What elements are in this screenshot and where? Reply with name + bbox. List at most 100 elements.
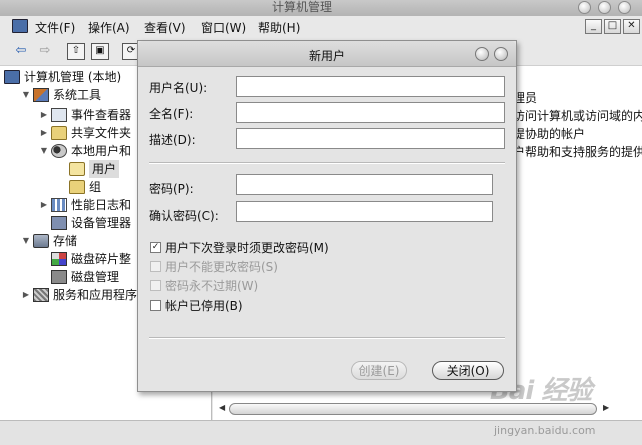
- tree-node-event-viewer[interactable]: ▶ 事件查看器: [40, 106, 131, 124]
- new-user-dialog: 新用户 用户名(U): 全名(F): 描述(D): 密码(P): 确认密码(C)…: [137, 40, 517, 392]
- detail-line: 提协助的帐户: [513, 127, 586, 141]
- dialog-close-circle-icon[interactable]: [494, 47, 508, 61]
- users-icon: [51, 144, 67, 158]
- password-never-expires-checkbox[interactable]: 密码永不过期(W): [150, 277, 258, 294]
- must-change-password-checkbox[interactable]: ✓ 用户下次登录时须更改密码(M): [150, 239, 329, 256]
- dialog-separator: [149, 337, 505, 339]
- baidu-watermark-url: jingyan.baidu.com: [494, 424, 596, 437]
- disk-management-icon: [51, 270, 67, 284]
- folder-icon: [69, 180, 85, 194]
- mdi-minimize-button[interactable]: _: [585, 19, 602, 34]
- create-button[interactable]: 创建(E): [351, 361, 407, 380]
- tree-node-performance-logs[interactable]: ▶ 性能日志和: [40, 196, 131, 214]
- expand-arrow-icon[interactable]: ▶: [40, 106, 48, 124]
- dialog-title: 新用户: [308, 49, 345, 63]
- tree-node-label: 磁盘碎片整: [71, 252, 132, 266]
- mdi-window-buttons: _ □ ✕: [585, 19, 640, 34]
- expand-arrow-icon[interactable]: ▶: [40, 124, 48, 142]
- tree-node-label: 系统工具: [53, 88, 102, 102]
- tree-node-label: 计算机管理 (本地): [24, 70, 122, 84]
- expand-arrow-icon[interactable]: ▶: [40, 196, 48, 214]
- cannot-change-password-checkbox[interactable]: 用户不能更改密码(S): [150, 258, 278, 275]
- storage-icon: [33, 234, 49, 248]
- tree-node-label: 组: [89, 180, 102, 194]
- dialog-titlebar: 新用户: [138, 41, 516, 67]
- tree-node-system-tools[interactable]: ▼ 系统工具: [22, 86, 101, 104]
- collapse-arrow-icon[interactable]: ▼: [40, 142, 48, 160]
- password-label: 密码(P):: [149, 182, 194, 196]
- close-circle-icon[interactable]: [618, 1, 631, 14]
- checkbox-label: 密码永不过期(W): [165, 279, 259, 293]
- tree-node-disk-management[interactable]: 磁盘管理: [40, 268, 119, 286]
- tree-node-label: 服务和应用程序: [53, 288, 138, 302]
- username-label: 用户名(U):: [149, 81, 208, 95]
- maximize-circle-icon[interactable]: [598, 1, 611, 14]
- event-viewer-icon: [51, 108, 67, 122]
- device-manager-icon: [51, 216, 67, 230]
- fullname-label: 全名(F):: [149, 107, 194, 121]
- username-input[interactable]: [236, 76, 505, 97]
- main-titlebar: 计算机管理: [0, 0, 642, 16]
- system-tools-icon: [33, 88, 49, 102]
- description-input[interactable]: [236, 128, 505, 149]
- computer-icon: [4, 70, 20, 84]
- menu-action[interactable]: 操作(A): [88, 19, 130, 36]
- forward-arrow-icon[interactable]: ⇨: [36, 43, 54, 60]
- window-title: 计算机管理: [272, 0, 333, 14]
- dialog-minimize-circle-icon[interactable]: [475, 47, 489, 61]
- defrag-icon: [51, 252, 67, 266]
- scroll-left-arrow-icon[interactable]: ◀: [219, 403, 225, 412]
- tree-node-label: 性能日志和: [71, 198, 132, 212]
- tree-node-label: 本地用户和: [71, 144, 132, 158]
- checkbox-label: 用户不能更改密码(S): [165, 260, 278, 274]
- tree-node-label-selected: 用户: [89, 160, 120, 178]
- tree-node-device-manager[interactable]: 设备管理器: [40, 214, 131, 232]
- up-level-icon[interactable]: ⇧: [67, 43, 85, 60]
- checkbox-box[interactable]: [150, 261, 161, 272]
- menu-window[interactable]: 窗口(W): [201, 19, 246, 36]
- expand-arrow-icon[interactable]: ▶: [22, 286, 30, 304]
- checkbox-box[interactable]: [150, 280, 161, 291]
- app-computer-icon: [12, 19, 28, 33]
- tree-node-label: 设备管理器: [71, 216, 132, 230]
- mdi-close-button[interactable]: ✕: [623, 19, 640, 34]
- checkbox-box[interactable]: [150, 300, 161, 311]
- password-input[interactable]: [236, 174, 493, 195]
- tree-node-storage[interactable]: ▼ 存储: [22, 232, 77, 250]
- tree-node-shared-folders[interactable]: ▶ 共享文件夹: [40, 124, 131, 142]
- confirm-password-label: 确认密码(C):: [149, 209, 219, 223]
- detail-line: 访问计算机或访问域的内: [513, 109, 642, 123]
- menu-bar: 文件(F) 操作(A) 查看(V) 窗口(W) 帮助(H): [0, 16, 642, 38]
- tree-node-label: 共享文件夹: [71, 126, 132, 140]
- dialog-separator: [149, 162, 505, 164]
- checkbox-label: 用户下次登录时须更改密码(M): [165, 241, 329, 255]
- back-arrow-icon[interactable]: ⇦: [12, 43, 30, 60]
- tree-node-label: 存储: [53, 234, 78, 248]
- tree-node-disk-defragmenter[interactable]: 磁盘碎片整: [40, 250, 131, 268]
- menu-help[interactable]: 帮助(H): [258, 19, 300, 36]
- tree-node-computer-management[interactable]: 计算机管理 (本地): [4, 68, 121, 86]
- tree-node-local-users-groups[interactable]: ▼ 本地用户和: [40, 142, 131, 160]
- minimize-circle-icon[interactable]: [578, 1, 591, 14]
- collapse-arrow-icon[interactable]: ▼: [22, 86, 30, 104]
- scroll-right-arrow-icon[interactable]: ▶: [603, 403, 609, 412]
- tree-node-services-applications[interactable]: ▶ 服务和应用程序: [22, 286, 137, 304]
- checkmark-icon[interactable]: ✓: [150, 242, 161, 253]
- show-hide-tree-icon[interactable]: ▣: [91, 43, 109, 60]
- menu-view[interactable]: 查看(V): [144, 19, 186, 36]
- confirm-password-input[interactable]: [236, 201, 493, 222]
- tree-node-label: 磁盘管理: [71, 270, 120, 284]
- close-button[interactable]: 关闭(O): [432, 361, 504, 380]
- tree-node-label: 事件查看器: [71, 108, 132, 122]
- open-folder-icon: [69, 162, 85, 176]
- checkbox-label: 帐户已停用(B): [165, 299, 243, 313]
- collapse-arrow-icon[interactable]: ▼: [22, 232, 30, 250]
- mdi-restore-button[interactable]: □: [604, 19, 621, 34]
- services-icon: [33, 288, 49, 302]
- fullname-input[interactable]: [236, 102, 505, 123]
- tree-node-users[interactable]: 用户: [58, 160, 120, 178]
- tree-node-groups[interactable]: 组: [58, 178, 101, 196]
- account-disabled-checkbox[interactable]: 帐户已停用(B): [150, 297, 243, 314]
- shared-folder-icon: [51, 126, 67, 140]
- menu-file[interactable]: 文件(F): [35, 19, 75, 36]
